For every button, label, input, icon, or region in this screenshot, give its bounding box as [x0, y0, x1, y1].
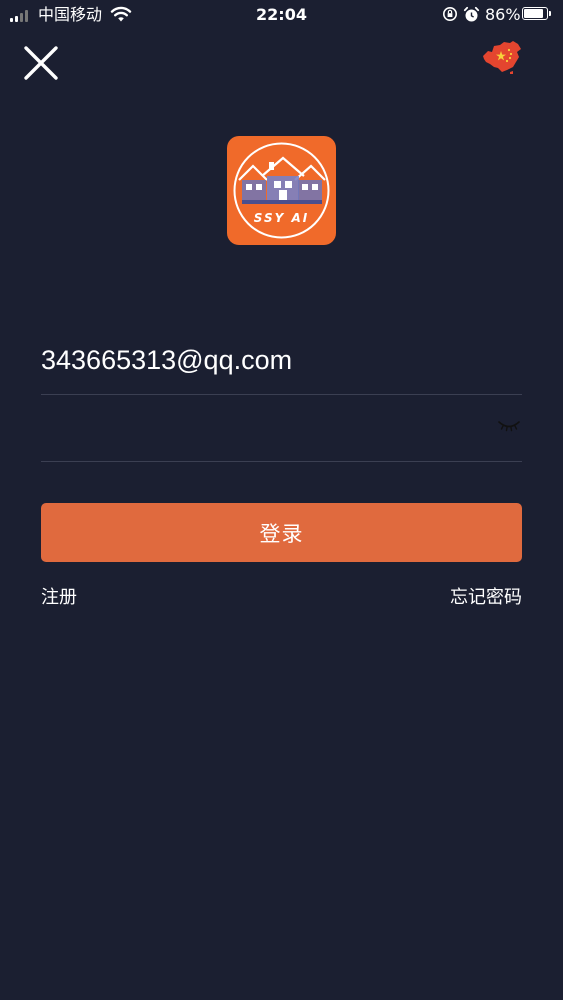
eye-closed-icon[interactable]	[497, 417, 521, 433]
email-field[interactable]	[41, 340, 471, 380]
rotation-lock-icon	[443, 7, 457, 21]
password-field-row	[41, 395, 522, 462]
forgot-password-link[interactable]: 忘记密码	[450, 586, 522, 610]
email-field-row	[41, 330, 522, 395]
status-bar: 中国移动 22:04 86%	[0, 0, 563, 30]
register-link[interactable]: 注册	[41, 586, 77, 610]
logo-text: SSY AI	[254, 211, 309, 225]
china-map-icon[interactable]	[480, 40, 524, 74]
app-logo: SSY AI	[227, 136, 336, 245]
battery-percent: 86%	[485, 5, 521, 24]
battery-level	[524, 9, 543, 18]
alarm-icon	[463, 6, 480, 22]
battery-icon	[522, 7, 548, 20]
close-icon[interactable]	[22, 44, 60, 82]
password-field[interactable]	[41, 407, 481, 447]
login-button[interactable]: 登录	[41, 503, 522, 562]
house-logo-icon: SSY AI	[233, 142, 330, 239]
battery-cap	[549, 11, 551, 16]
